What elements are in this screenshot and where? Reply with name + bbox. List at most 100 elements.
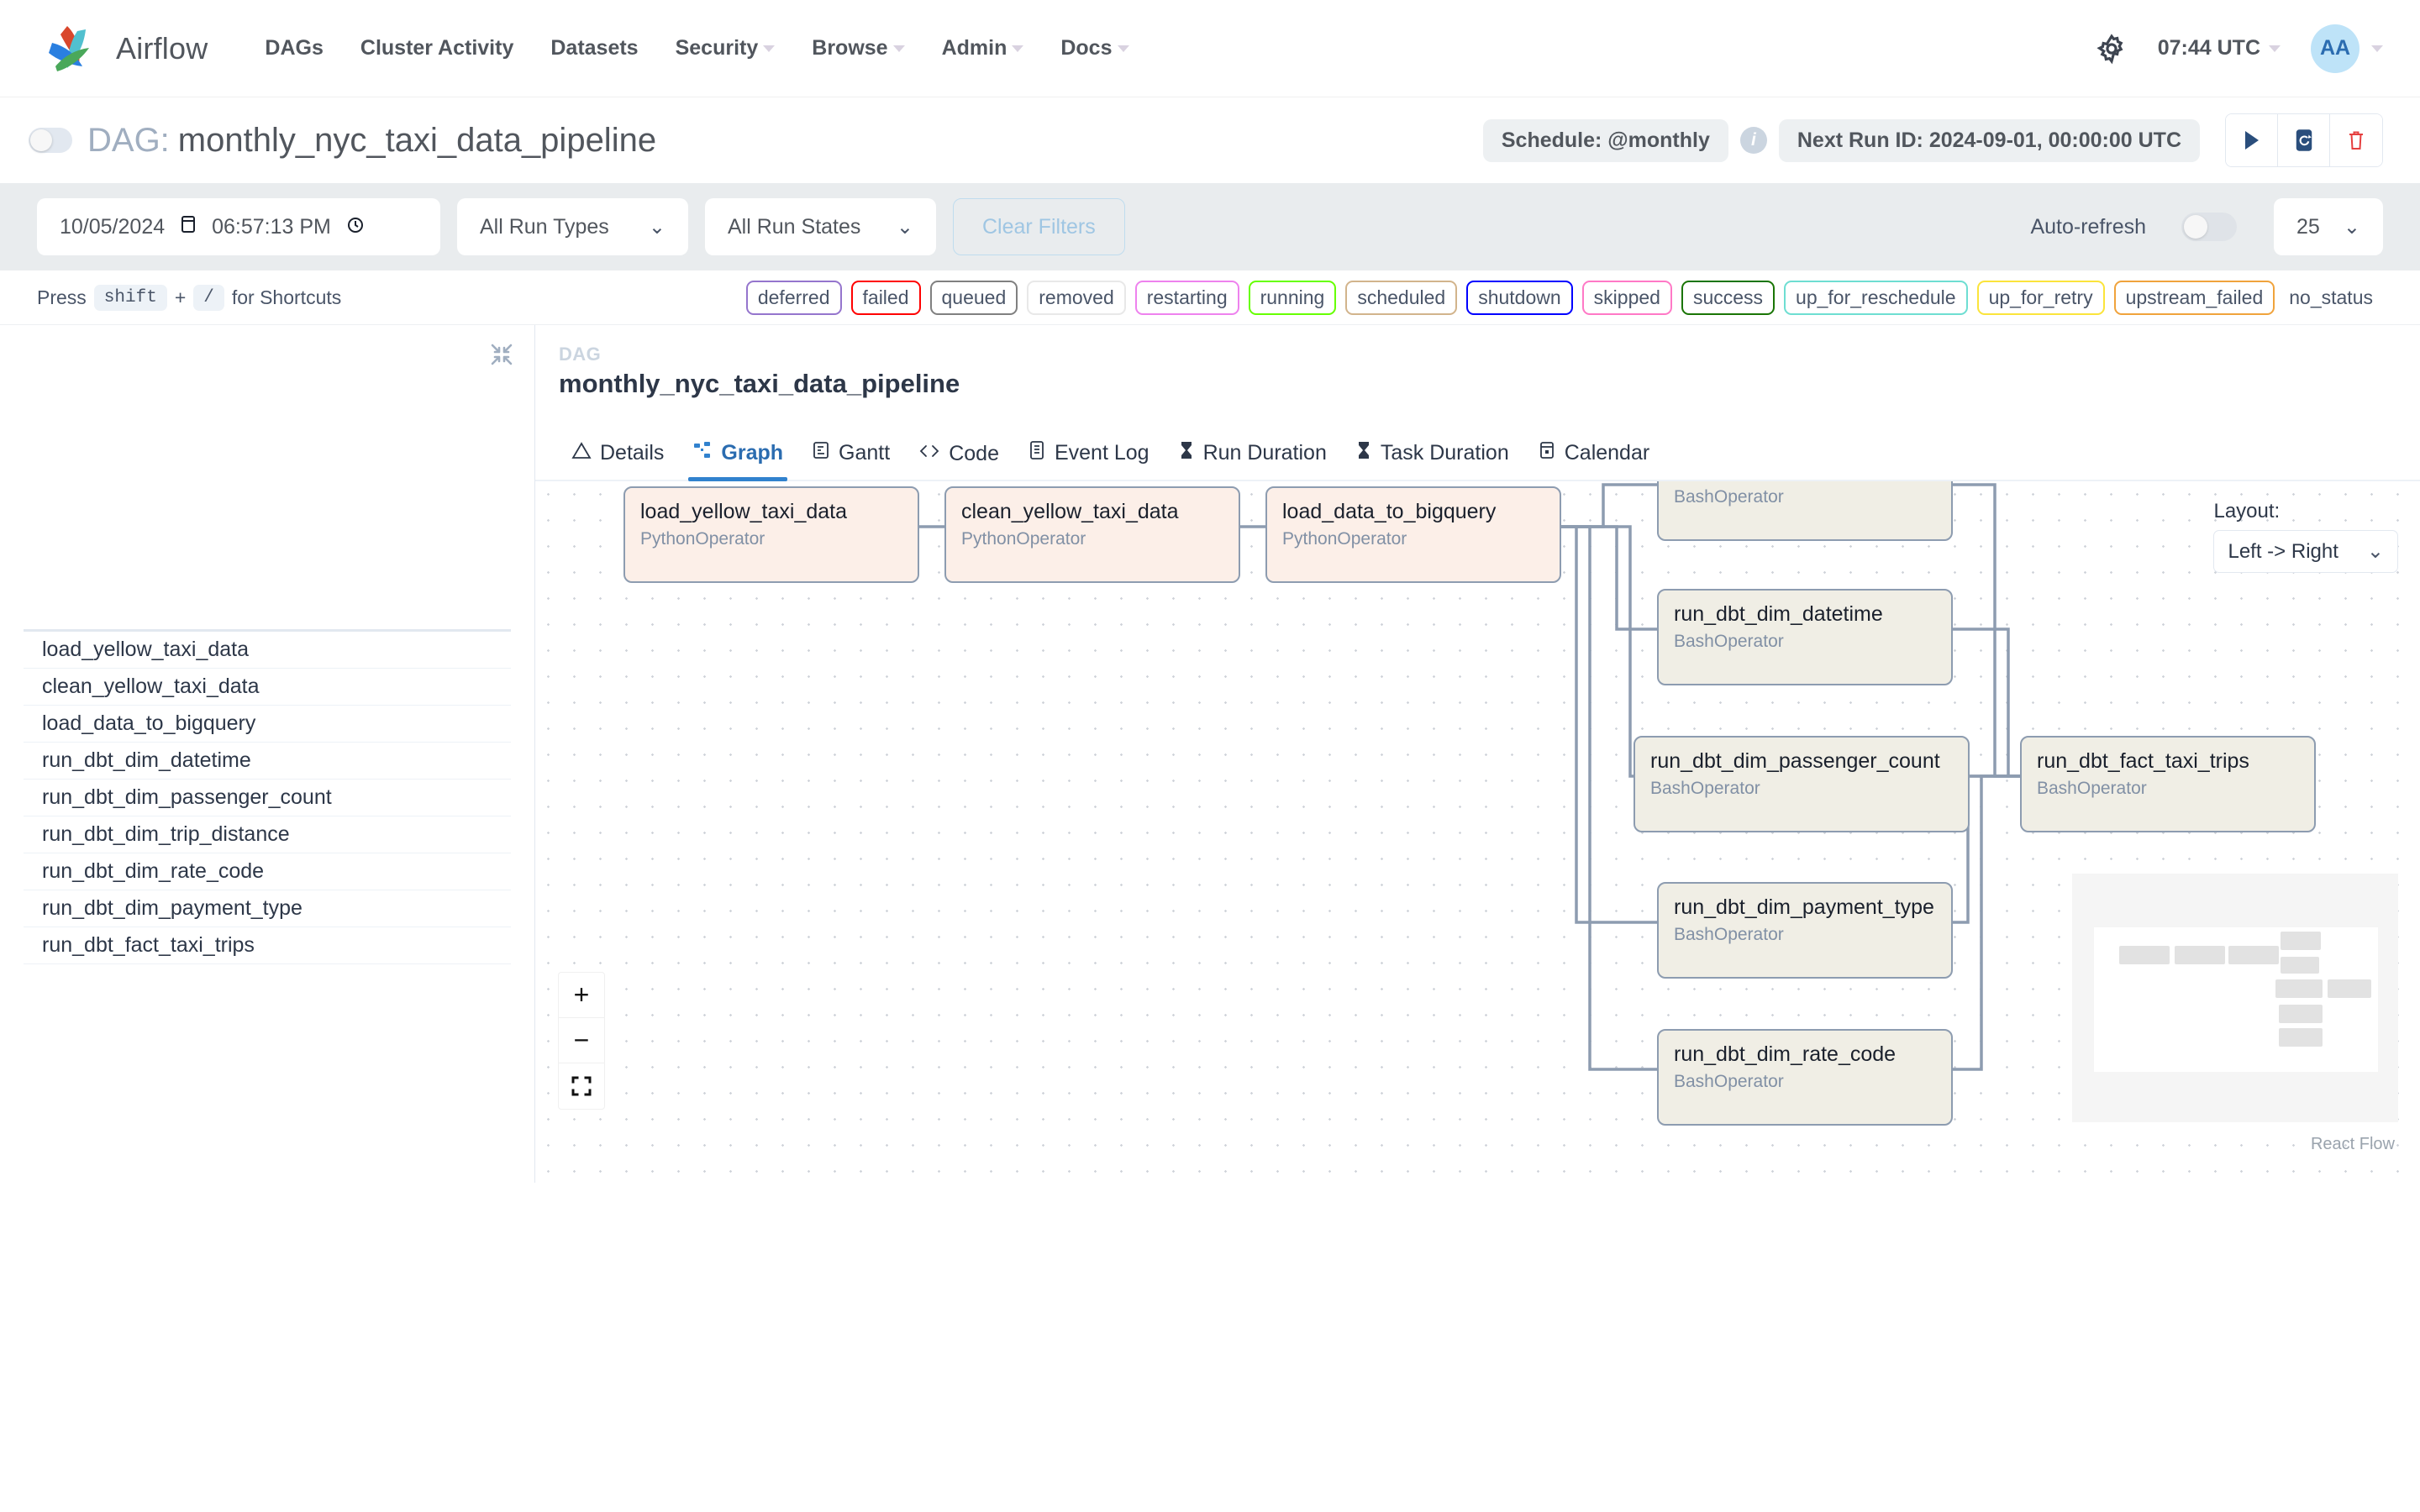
node-operator: PythonOperator bbox=[961, 528, 1086, 549]
info-icon[interactable]: i bbox=[1739, 127, 1767, 154]
nav-item-docs[interactable]: Docs bbox=[1042, 36, 1147, 60]
legend-chip-no-status[interactable]: no_status bbox=[2284, 281, 2383, 313]
task-list-item[interactable]: load_data_to_bigquery bbox=[24, 706, 511, 743]
tab-graph[interactable]: Graph bbox=[678, 440, 797, 481]
chevron-down-icon bbox=[763, 45, 776, 52]
nav-item-label: Admin bbox=[941, 36, 1007, 60]
legend-chip-upstream-failed[interactable]: upstream_failed bbox=[2113, 280, 2275, 315]
clear-dag-run-button[interactable] bbox=[2278, 114, 2330, 166]
legend-chip-up-for-reschedule[interactable]: up_for_reschedule bbox=[1784, 280, 1968, 315]
auto-refresh-label: Auto-refresh bbox=[2030, 214, 2146, 239]
brand-home-link[interactable]: Airflow bbox=[42, 23, 208, 75]
page-size-select[interactable]: 25 ⌄ bbox=[2274, 198, 2383, 255]
tab-label: Details bbox=[600, 441, 665, 465]
graph-node-run-dbt-dim-datetime[interactable]: run_dbt_dim_datetime BashOperator bbox=[1657, 589, 1953, 685]
legend-chip-deferred[interactable]: deferred bbox=[745, 280, 842, 315]
legend-chip-running[interactable]: running bbox=[1248, 280, 1337, 315]
task-list-item[interactable]: run_dbt_fact_taxi_trips bbox=[24, 927, 511, 964]
task-list-item[interactable]: clean_yellow_taxi_data bbox=[24, 669, 511, 706]
nav-item-browse[interactable]: Browse bbox=[793, 36, 923, 60]
clear-filters-button[interactable]: Clear Filters bbox=[953, 198, 1125, 255]
task-list-item[interactable]: run_dbt_dim_trip_distance bbox=[24, 816, 511, 853]
delete-dag-button[interactable] bbox=[2330, 114, 2382, 166]
zoom-out-button[interactable]: − bbox=[559, 1018, 604, 1063]
run-datetime-filter[interactable]: 10/05/2024 06:57:13 PM bbox=[37, 198, 440, 255]
node-operator: PythonOperator bbox=[640, 528, 765, 549]
shortcut-key-shift: shift bbox=[93, 284, 167, 311]
node-operator: BashOperator bbox=[2037, 778, 2147, 798]
task-list-item[interactable]: run_dbt_dim_payment_type bbox=[24, 890, 511, 927]
gear-icon[interactable] bbox=[2096, 33, 2128, 65]
run-state-filter[interactable]: All Run States ⌄ bbox=[705, 198, 936, 255]
nav-item-security[interactable]: Security bbox=[657, 36, 794, 60]
graph-node-load-data-to-bigquery[interactable]: load_data_to_bigquery PythonOperator bbox=[1265, 486, 1561, 583]
legend-chip-up-for-retry[interactable]: up_for_retry bbox=[1976, 280, 2105, 315]
chevron-down-icon: ⌄ bbox=[2343, 215, 2360, 239]
legend-chip-skipped[interactable]: skipped bbox=[1581, 280, 1672, 315]
tab-gantt[interactable]: Gantt bbox=[797, 440, 904, 480]
brand-name: Airflow bbox=[116, 30, 208, 66]
zoom-in-button[interactable]: + bbox=[559, 973, 604, 1018]
tab-label: Task Duration bbox=[1380, 441, 1509, 465]
graph-node-run-dbt-dim-rate-code[interactable]: run_dbt_dim_rate_code BashOperator bbox=[1657, 1029, 1953, 1126]
graph-node-clean-yellow-taxi-data[interactable]: clean_yellow_taxi_data PythonOperator bbox=[944, 486, 1240, 583]
panel-dag-label: DAG bbox=[559, 344, 602, 365]
legend-chip-success[interactable]: success bbox=[1681, 280, 1776, 315]
task-list-item[interactable]: load_yellow_taxi_data bbox=[24, 632, 511, 669]
task-list-item[interactable]: run_dbt_dim_passenger_count bbox=[24, 780, 511, 816]
nav-item-datasets[interactable]: Datasets bbox=[532, 36, 656, 60]
legend-chip-shutdown[interactable]: shutdown bbox=[1466, 280, 1573, 315]
node-title: run_dbt_dim_trip_distance bbox=[1674, 481, 1936, 482]
layout-select[interactable]: Left -> Right ⌄ bbox=[2213, 530, 2398, 573]
graph-node-load-yellow-taxi-data[interactable]: load_yellow_taxi_data PythonOperator bbox=[623, 486, 919, 583]
avatar: AA bbox=[2311, 24, 2360, 73]
auto-refresh-toggle[interactable] bbox=[2181, 213, 2237, 241]
nav-item-dags[interactable]: DAGs bbox=[246, 36, 341, 60]
graph-node-run-dbt-dim-passenger-count[interactable]: run_dbt_dim_passenger_count BashOperator bbox=[1634, 736, 1970, 832]
graph-node-run-dbt-dim-trip-distance[interactable]: run_dbt_dim_trip_distance BashOperator bbox=[1657, 481, 1953, 541]
collapse-icon[interactable] bbox=[489, 342, 514, 371]
legend-chip-scheduled[interactable]: scheduled bbox=[1345, 280, 1458, 315]
user-menu[interactable]: AA bbox=[2311, 24, 2383, 73]
hourglass-icon bbox=[1178, 440, 1195, 466]
nav-item-admin[interactable]: Admin bbox=[923, 36, 1043, 60]
shortcut-suffix-label: for Shortcuts bbox=[231, 286, 342, 308]
minimap-node bbox=[2228, 946, 2279, 964]
tab-code[interactable]: Code bbox=[904, 442, 1013, 480]
tab-event-log[interactable]: Event Log bbox=[1013, 440, 1164, 480]
airflow-logo-icon bbox=[42, 23, 108, 75]
task-list-item[interactable]: run_dbt_dim_datetime bbox=[24, 743, 511, 780]
dag-graph-canvas[interactable]: Layout: Left -> Right ⌄ + − React Flow l… bbox=[535, 481, 2420, 1183]
graph-node-run-dbt-dim-payment-type[interactable]: run_dbt_dim_payment_type BashOperator bbox=[1657, 882, 1953, 979]
grid-sidebar: load_yellow_taxi_data clean_yellow_taxi_… bbox=[0, 325, 535, 1183]
tab-details[interactable]: Details bbox=[557, 440, 678, 480]
nav-right-group: 07:44 UTC AA bbox=[2096, 24, 2383, 73]
minimap-node bbox=[2279, 1005, 2323, 1023]
tab-task-duration[interactable]: Task Duration bbox=[1341, 440, 1523, 480]
trigger-dag-button[interactable] bbox=[2226, 114, 2278, 166]
utc-clock[interactable]: 07:44 UTC bbox=[2158, 36, 2281, 60]
minimap-node bbox=[2281, 957, 2319, 974]
task-list-item[interactable]: run_dbt_dim_rate_code bbox=[24, 853, 511, 890]
dag-prefix-label: DAG: bbox=[87, 121, 170, 159]
graph-minimap[interactable] bbox=[2072, 874, 2398, 1122]
nav-item-label: Browse bbox=[812, 36, 888, 60]
tab-run-duration[interactable]: Run Duration bbox=[1164, 440, 1341, 480]
legend-chip-restarting[interactable]: restarting bbox=[1134, 280, 1239, 315]
legend-chip-failed[interactable]: failed bbox=[850, 280, 921, 315]
layout-label: Layout: bbox=[2213, 500, 2281, 522]
react-flow-watermark: React Flow bbox=[2310, 1135, 2395, 1153]
run-type-filter[interactable]: All Run Types ⌄ bbox=[457, 198, 688, 255]
fit-view-button[interactable] bbox=[559, 1063, 604, 1109]
chevron-down-icon: ⌄ bbox=[2366, 540, 2384, 563]
zoom-controls: + − bbox=[559, 973, 604, 1109]
nav-item-cluster-activity[interactable]: Cluster Activity bbox=[342, 36, 532, 60]
tab-calendar[interactable]: Calendar bbox=[1523, 440, 1664, 480]
shortcut-plus: + bbox=[174, 286, 187, 308]
legend-chip-removed[interactable]: removed bbox=[1027, 280, 1126, 315]
graph-node-run-dbt-fact-taxi-trips[interactable]: run_dbt_fact_taxi_trips BashOperator bbox=[2020, 736, 2316, 832]
tab-label: Graph bbox=[721, 441, 784, 465]
dag-pause-toggle[interactable] bbox=[29, 128, 72, 153]
tab-label: Code bbox=[949, 442, 999, 465]
legend-chip-queued[interactable]: queued bbox=[929, 280, 1018, 315]
